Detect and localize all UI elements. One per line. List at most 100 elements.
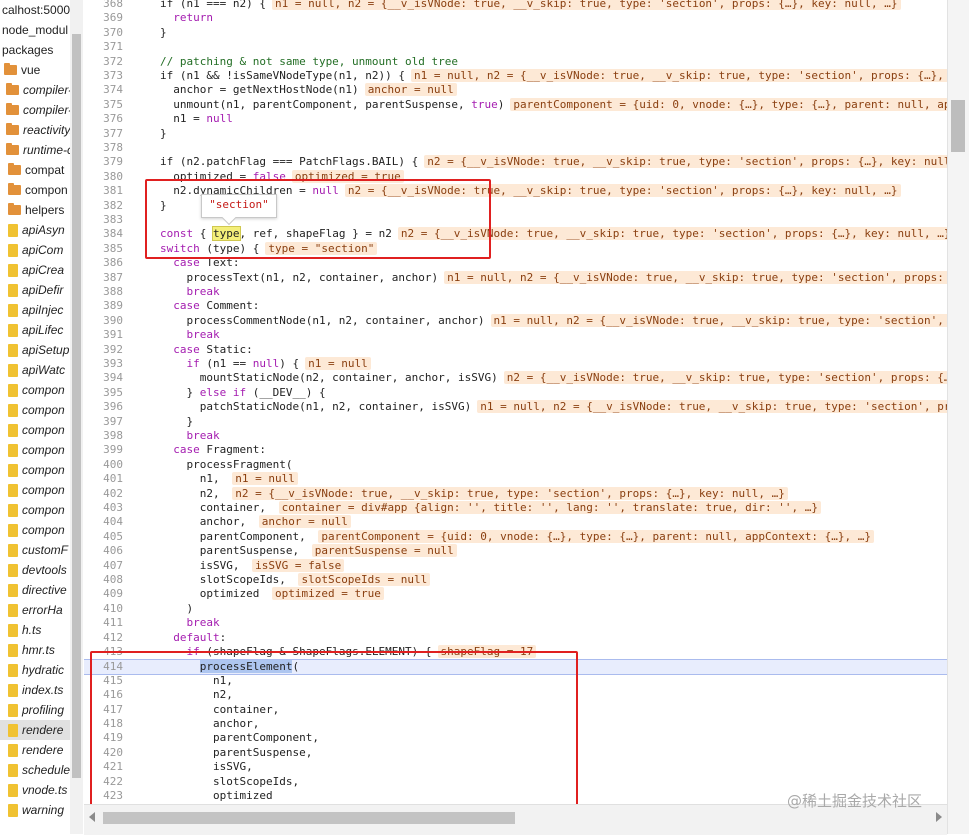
code-line[interactable]: 412 default: — [84, 631, 947, 645]
scroll-right-icon[interactable] — [936, 812, 942, 822]
line-number[interactable]: 401 — [84, 472, 123, 486]
code-line[interactable]: 392 case Static: — [84, 343, 947, 357]
code-line[interactable]: 373 if (n1 && !isSameVNodeType(n1, n2)) {… — [84, 69, 947, 83]
code-line[interactable]: 389 case Comment: — [84, 299, 947, 313]
line-number[interactable]: 394 — [84, 371, 123, 385]
line-number[interactable]: 397 — [84, 415, 123, 429]
line-number[interactable]: 398 — [84, 429, 123, 443]
file-tree-item[interactable]: apiWatc — [0, 360, 70, 380]
file-tree-item[interactable]: compon — [0, 400, 70, 420]
inline-debug-value[interactable]: n2 = {__v_isVNode: true, __v_skip: true,… — [424, 155, 947, 169]
inline-debug-value[interactable]: parentComponent = {uid: 0, vnode: {…}, t… — [510, 97, 947, 111]
line-number[interactable]: 387 — [84, 271, 123, 285]
line-number[interactable]: 372 — [84, 55, 123, 69]
line-number[interactable]: 382 — [84, 199, 123, 213]
file-tree-item[interactable]: index.ts — [0, 680, 70, 700]
line-number[interactable]: 405 — [84, 530, 123, 544]
line-number[interactable]: 395 — [84, 386, 123, 400]
file-tree-item[interactable]: errorHa — [0, 600, 70, 620]
file-tree-item[interactable]: hydratic — [0, 660, 70, 680]
code-line[interactable]: 372 // patching & not same type, unmount … — [84, 55, 947, 69]
inline-debug-value[interactable]: n1 = null, n2 = {__v_isVNode: true, __v_… — [444, 270, 947, 284]
code-line[interactable]: 369 return — [84, 11, 947, 25]
file-tree-item[interactable]: apiInjec — [0, 300, 70, 320]
line-number[interactable]: 410 — [84, 602, 123, 616]
line-number[interactable]: 408 — [84, 573, 123, 587]
code-line[interactable]: 371 — [84, 40, 947, 54]
code-line[interactable]: 393 if (n1 == null) {n1 = null — [84, 357, 947, 371]
line-number[interactable]: 371 — [84, 40, 123, 54]
line-number[interactable]: 384 — [84, 227, 123, 241]
line-number[interactable]: 380 — [84, 170, 123, 184]
code-line[interactable]: 408 slotScopeIds, slotScopeIds = null — [84, 573, 947, 587]
file-tree-item[interactable]: packages — [0, 40, 70, 60]
code-line[interactable]: 379 if (n2.patchFlag === PatchFlags.BAIL)… — [84, 155, 947, 169]
file-tree-item[interactable]: directive — [0, 580, 70, 600]
code-line[interactable]: 376 n1 = null — [84, 112, 947, 126]
line-number[interactable]: 383 — [84, 213, 123, 227]
code-line[interactable]: 390 processCommentNode(n1, n2, container… — [84, 313, 947, 328]
line-number[interactable]: 409 — [84, 587, 123, 601]
file-tree-item[interactable]: warning — [0, 800, 70, 820]
code-line[interactable]: 368 if (n1 === n2) {n1 = null, n2 = {__v_… — [84, 0, 947, 11]
inline-debug-value[interactable]: n1 = null — [232, 472, 298, 486]
code-line[interactable]: 409 optimized optimized = true — [84, 587, 947, 601]
file-tree-item[interactable]: apiCom — [0, 240, 70, 260]
file-tree-item[interactable]: apiDefir — [0, 280, 70, 300]
file-tree-item[interactable]: helpers — [0, 200, 70, 220]
inline-debug-value[interactable]: n1 = null, n2 = {__v_isVNode: true, __v_… — [490, 313, 947, 327]
line-number[interactable]: 396 — [84, 400, 123, 414]
code-line[interactable]: 399 case Fragment: — [84, 443, 947, 457]
inline-debug-value[interactable]: n1 = null, n2 = {__v_isVNode: true, __v_… — [477, 400, 947, 414]
code-line[interactable]: 403 container, container = div#app {alig… — [84, 501, 947, 515]
file-tree-item[interactable]: reactivity/ — [0, 120, 70, 140]
line-number[interactable]: 381 — [84, 184, 123, 198]
code-line[interactable]: 405 parentComponent, parentComponent = {… — [84, 529, 947, 544]
file-tree-item[interactable]: vnode.ts — [0, 780, 70, 800]
code-line[interactable]: 394 mountStaticNode(n2, container, ancho… — [84, 371, 947, 385]
inline-debug-value[interactable]: optimized = true — [271, 587, 384, 601]
code-line[interactable]: 395 } else if (__DEV__) { — [84, 386, 947, 400]
file-tree-item[interactable]: compiler-c — [0, 100, 70, 120]
inline-debug-value[interactable]: isSVG = false — [252, 558, 345, 572]
file-tree-item[interactable]: compon — [0, 180, 70, 200]
code-line[interactable]: 402 n2, n2 = {__v_isVNode: true, __v_ski… — [84, 486, 947, 501]
file-tree-scrollbar-thumb[interactable] — [72, 34, 81, 778]
code-line[interactable]: 411 break — [84, 616, 947, 630]
inline-debug-value[interactable]: container = div#app {align: '', title: '… — [278, 501, 822, 514]
code-line[interactable]: 401 n1, n1 = null — [84, 472, 947, 486]
code-line[interactable]: 387 processText(n1, n2, container, ancho… — [84, 270, 947, 285]
line-number[interactable]: 407 — [84, 559, 123, 573]
code-line[interactable]: 410 ) — [84, 602, 947, 616]
code-line[interactable]: 370} — [84, 26, 947, 40]
line-number[interactable]: 392 — [84, 343, 123, 357]
line-number[interactable]: 388 — [84, 285, 123, 299]
inline-debug-value[interactable]: n1 = null — [305, 357, 371, 370]
scroll-left-icon[interactable] — [89, 812, 95, 822]
code-line[interactable]: 378 — [84, 141, 947, 155]
file-tree-item[interactable]: rendere — [0, 720, 70, 740]
file-tree-item[interactable]: compon — [0, 480, 70, 500]
file-tree-item[interactable]: compon — [0, 440, 70, 460]
line-number[interactable]: 378 — [84, 141, 123, 155]
file-tree-item[interactable]: apiLifec — [0, 320, 70, 340]
file-tree-item[interactable]: compon — [0, 420, 70, 440]
line-number[interactable]: 391 — [84, 328, 123, 342]
line-number[interactable]: 370 — [84, 26, 123, 40]
line-number[interactable]: 390 — [84, 314, 123, 328]
code-line[interactable]: 397 } — [84, 415, 947, 429]
code-line[interactable]: 404 anchor, anchor = null — [84, 515, 947, 529]
code-line[interactable]: 400 processFragment( — [84, 458, 947, 472]
line-number[interactable]: 375 — [84, 98, 123, 112]
file-tree-item[interactable]: hmr.ts — [0, 640, 70, 660]
code-line[interactable]: 377} — [84, 127, 947, 141]
line-number[interactable]: 393 — [84, 357, 123, 371]
file-tree-item[interactable]: node_modul — [0, 20, 70, 40]
line-number[interactable]: 404 — [84, 515, 123, 529]
inline-debug-value[interactable]: n1 = null, n2 = {__v_isVNode: true, __v_… — [411, 69, 947, 82]
file-tree-item[interactable]: apiAsyn — [0, 220, 70, 240]
inline-debug-value[interactable]: parentSuspense = null — [311, 544, 457, 558]
line-number[interactable]: 399 — [84, 443, 123, 457]
file-tree-item[interactable]: runtime-co — [0, 140, 70, 160]
line-number[interactable]: 376 — [84, 112, 123, 126]
